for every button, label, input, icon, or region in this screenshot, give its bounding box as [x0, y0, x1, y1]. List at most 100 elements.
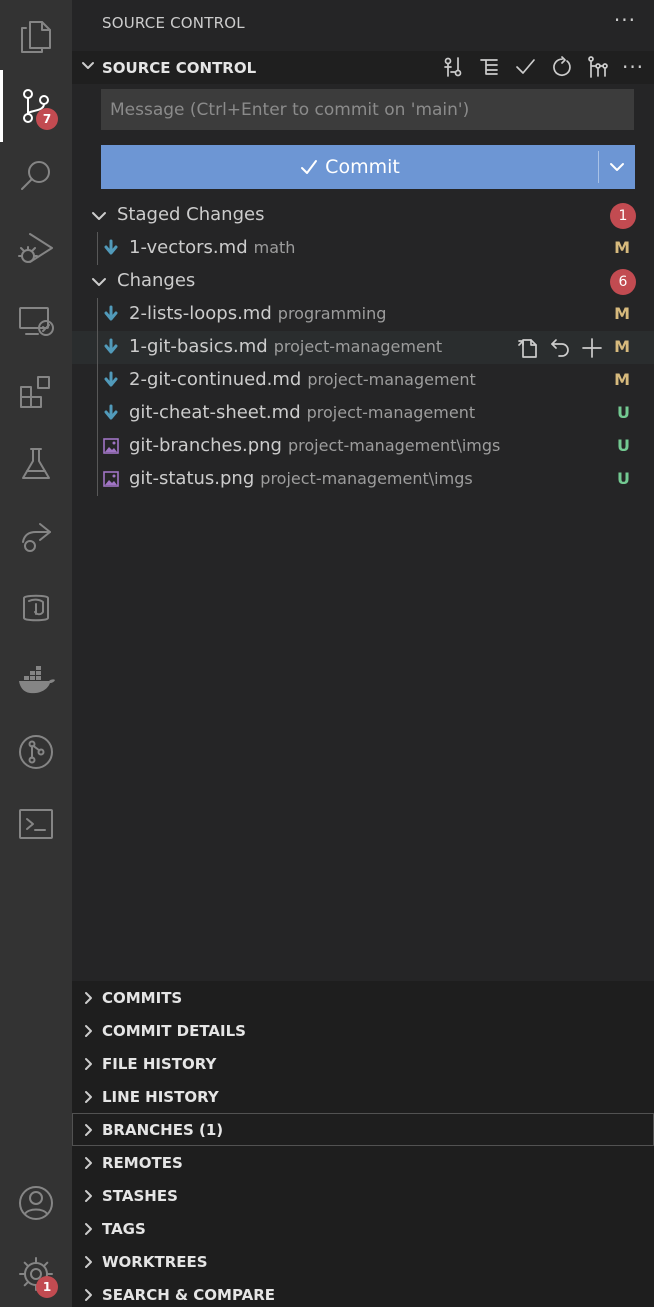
- discard-changes-icon[interactable]: [548, 336, 572, 360]
- git-status-badge: M: [614, 370, 630, 389]
- file-row[interactable]: git-status.png project-management\imgs U: [72, 463, 654, 496]
- image-file-icon: [102, 437, 120, 455]
- panel-stashes[interactable]: STASHES: [72, 1179, 654, 1212]
- chevron-right-icon: [81, 1122, 95, 1136]
- compare-icon[interactable]: [442, 56, 464, 78]
- settings-badge: 1: [36, 1276, 58, 1298]
- chevron-down-icon: [81, 58, 95, 72]
- file-name: 2-lists-loops.md programming: [129, 303, 386, 324]
- file-name-text: git-branches.png: [129, 435, 282, 456]
- markdown-file-icon: [102, 305, 120, 323]
- search-icon[interactable]: [0, 140, 72, 212]
- more-icon[interactable]: ···: [622, 56, 644, 78]
- indent-guide: [97, 331, 98, 364]
- explorer-icon[interactable]: [0, 0, 72, 72]
- indent-guide: [97, 397, 98, 430]
- indent-guide: [97, 232, 98, 265]
- git-status-badge: M: [614, 238, 630, 257]
- terminal-icon[interactable]: [0, 788, 72, 860]
- file-row[interactable]: 2-git-continued.md project-management M: [72, 364, 654, 397]
- chevron-right-icon: [81, 1221, 95, 1235]
- chevron-right-icon: [81, 990, 95, 1004]
- file-path: project-management\imgs: [287, 436, 501, 455]
- source-control-section-header[interactable]: SOURCE CONTROL ···: [72, 51, 654, 84]
- accounts-icon[interactable]: [0, 1167, 72, 1239]
- panel-search-compare[interactable]: SEARCH & COMPARE: [72, 1278, 654, 1307]
- panel-file-history[interactable]: FILE HISTORY: [72, 1047, 654, 1080]
- file-row[interactable]: 1-git-basics.md project-management M: [72, 331, 654, 364]
- panel-line-history[interactable]: LINE HISTORY: [72, 1080, 654, 1113]
- section-toolbar: ···: [442, 56, 644, 78]
- chevron-right-icon: [81, 1089, 95, 1103]
- open-file-icon[interactable]: [516, 336, 540, 360]
- extensions-icon[interactable]: [0, 356, 72, 428]
- remote-explorer-icon[interactable]: [0, 284, 72, 356]
- file-row[interactable]: git-cheat-sheet.md project-management U: [72, 397, 654, 430]
- panel-label: BRANCHES (1): [102, 1121, 224, 1139]
- commit-dropdown-button[interactable]: [599, 145, 635, 189]
- file-path: project-management: [273, 337, 443, 356]
- commit-button-group: Commit: [101, 145, 635, 189]
- vscode-window: 7 1 SOURCE CONTROL ··· SOURCE CONTROL ··…: [0, 0, 654, 1307]
- refresh-icon[interactable]: [550, 56, 572, 78]
- branch-graph-icon[interactable]: [586, 56, 608, 78]
- file-path: math: [253, 238, 296, 257]
- file-name-text: 1-vectors.md: [129, 237, 248, 258]
- file-name: 1-git-basics.md project-management: [129, 336, 442, 357]
- source-control-icon[interactable]: 7: [0, 70, 72, 142]
- panel-label: COMMIT DETAILS: [102, 1022, 246, 1040]
- file-path: programming: [277, 304, 387, 323]
- chevron-down-icon: [610, 163, 624, 171]
- file-name-text: 1-git-basics.md: [129, 336, 268, 357]
- panel-commits[interactable]: COMMITS: [72, 981, 654, 1014]
- git-status-badge: U: [617, 469, 630, 488]
- more-actions-icon[interactable]: ···: [614, 8, 636, 32]
- file-row[interactable]: 1-vectors.md math M: [72, 232, 654, 265]
- panel-tags[interactable]: TAGS: [72, 1212, 654, 1245]
- gear-icon[interactable]: 1: [0, 1238, 72, 1307]
- file-row[interactable]: git-branches.png project-management\imgs U: [72, 430, 654, 463]
- database-icon[interactable]: [0, 572, 72, 644]
- panel-branches-1[interactable]: BRANCHES (1): [72, 1113, 654, 1146]
- tree-view-icon[interactable]: [478, 56, 500, 78]
- count-badge: 1: [610, 203, 636, 229]
- panel-label: FILE HISTORY: [102, 1055, 217, 1073]
- file-name-text: git-cheat-sheet.md: [129, 402, 301, 423]
- commit-button-label: Commit: [325, 156, 400, 178]
- markdown-file-icon: [102, 338, 120, 356]
- sidebar-title: SOURCE CONTROL: [102, 14, 245, 32]
- file-name: git-status.png project-management\imgs: [129, 468, 473, 489]
- chevron-right-icon: [81, 1023, 95, 1037]
- chevron-right-icon: [81, 1287, 95, 1301]
- testing-icon[interactable]: [0, 428, 72, 500]
- panel-remotes[interactable]: REMOTES: [72, 1146, 654, 1179]
- git-status-badge: U: [617, 403, 630, 422]
- panel-label: WORKTREES: [102, 1253, 208, 1271]
- group-label: Changes: [117, 270, 196, 291]
- docker-icon[interactable]: [0, 644, 72, 716]
- chevron-right-icon: [81, 1188, 95, 1202]
- live-share-icon[interactable]: [0, 500, 72, 572]
- git-graph-icon[interactable]: [0, 716, 72, 788]
- git-status-badge: M: [614, 304, 630, 323]
- panel-commit-details[interactable]: COMMIT DETAILS: [72, 1014, 654, 1047]
- changes-group[interactable]: Changes 6: [72, 265, 654, 298]
- source-control-badge: 7: [36, 108, 58, 130]
- panel-worktrees[interactable]: WORKTREES: [72, 1245, 654, 1278]
- image-file-icon: [102, 470, 120, 488]
- section-title: SOURCE CONTROL: [102, 59, 257, 77]
- file-name: 2-git-continued.md project-management: [129, 369, 476, 390]
- commit-button[interactable]: Commit: [101, 145, 598, 189]
- collapsed-panels: COMMITS COMMIT DETAILS FILE HISTORY LINE HI…: [72, 981, 654, 1307]
- staged-changes-group[interactable]: Staged Changes 1: [72, 199, 654, 232]
- file-name-text: git-status.png: [129, 468, 255, 489]
- run-debug-icon[interactable]: [0, 212, 72, 284]
- chevron-down-icon: [91, 274, 107, 290]
- panel-label: COMMITS: [102, 989, 183, 1007]
- stage-changes-icon[interactable]: [580, 336, 604, 360]
- git-status-badge: U: [617, 436, 630, 455]
- panel-label: SEARCH & COMPARE: [102, 1286, 276, 1304]
- file-row[interactable]: 2-lists-loops.md programming M: [72, 298, 654, 331]
- commit-message-input[interactable]: [101, 89, 634, 130]
- commit-check-icon[interactable]: [514, 56, 536, 78]
